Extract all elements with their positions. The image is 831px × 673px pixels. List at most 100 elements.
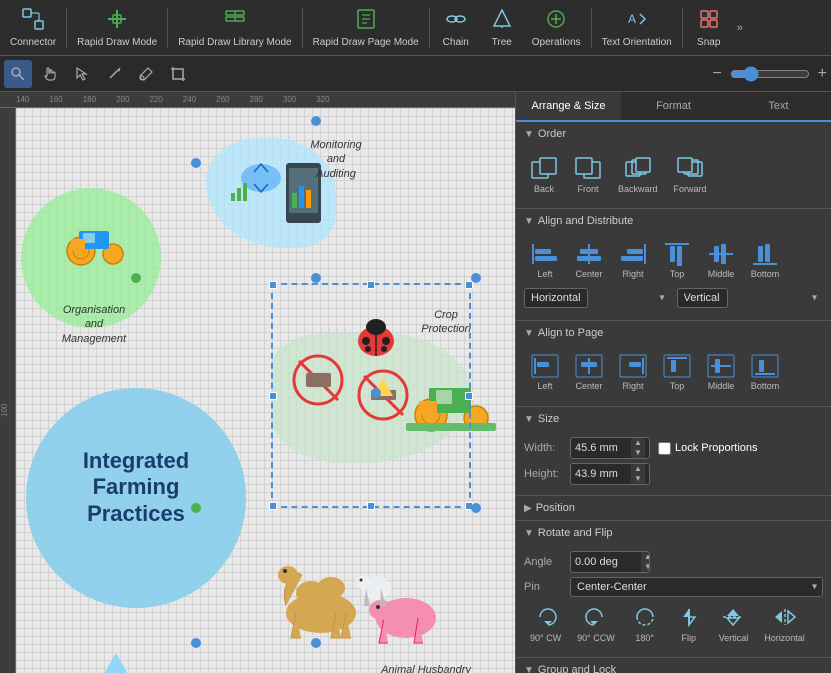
conn-point-1 bbox=[191, 158, 201, 168]
conn-point-5 bbox=[471, 503, 481, 513]
order-backward-btn[interactable]: Backward bbox=[612, 152, 664, 198]
tool-crop[interactable] bbox=[164, 60, 192, 88]
atp-left-label: Left bbox=[537, 381, 552, 391]
position-collapse: ▶ bbox=[524, 503, 532, 514]
size-header[interactable]: ▼ Size bbox=[516, 407, 831, 431]
align-header[interactable]: ▼ Align and Distribute bbox=[516, 209, 831, 233]
toolbar-chain[interactable]: Chain bbox=[434, 4, 478, 52]
group-lock-header[interactable]: ▼ Group and Lock bbox=[516, 658, 831, 673]
toolbar-connector[interactable]: Connector bbox=[4, 4, 62, 52]
zoom-plus-button[interactable]: + bbox=[818, 65, 827, 83]
height-spin-up[interactable]: ▲ bbox=[631, 464, 645, 474]
atp-middle-icon bbox=[707, 354, 735, 380]
zoom-minus-button[interactable]: − bbox=[712, 65, 721, 83]
angle-spin-down[interactable]: ▼ bbox=[641, 562, 650, 572]
rotate-180-btn[interactable]: 180° bbox=[625, 601, 665, 647]
align-content: Left Center Right bbox=[516, 233, 831, 320]
toolbar-text-orientation[interactable]: A Text Orientation bbox=[596, 4, 678, 52]
tool-hand[interactable] bbox=[36, 60, 64, 88]
conn-point-4 bbox=[471, 273, 481, 283]
horizontal-select[interactable]: Horizontal bbox=[524, 288, 588, 308]
tab-arrange-size[interactable]: Arrange & Size bbox=[516, 92, 621, 122]
toolbar-operations[interactable]: Operations bbox=[526, 4, 587, 52]
ruler-top: 140 160 180 200 220 240 260 280 300 320 bbox=[0, 92, 515, 108]
flip-vertical-btn[interactable]: Vertical bbox=[713, 601, 755, 647]
horizontal-select-wrap: Horizontal bbox=[524, 288, 671, 308]
rotate-header[interactable]: ▼ Rotate and Flip bbox=[516, 521, 831, 545]
width-label: Width: bbox=[524, 442, 564, 454]
height-spin-down[interactable]: ▼ bbox=[631, 474, 645, 484]
order-forward-btn[interactable]: Forward bbox=[668, 152, 713, 198]
rotate-ccw90-icon bbox=[582, 605, 610, 631]
flip-btn[interactable]: Flip bbox=[669, 601, 709, 647]
chain-icon bbox=[445, 8, 467, 35]
lock-label: Lock Proportions bbox=[675, 442, 758, 454]
rotate-ccw90-label: 90° CCW bbox=[577, 633, 615, 643]
position-header[interactable]: ▶ Position bbox=[516, 496, 831, 520]
order-front-btn[interactable]: Front bbox=[568, 152, 608, 198]
sub-toolbar: − + bbox=[0, 56, 831, 92]
align-center-btn[interactable]: Center bbox=[568, 239, 610, 282]
order-back-btn[interactable]: Back bbox=[524, 152, 564, 198]
toolbar-tree[interactable]: Tree bbox=[480, 4, 524, 52]
atp-bottom-btn[interactable]: Bottom bbox=[744, 351, 786, 394]
flip-vertical-label: Vertical bbox=[719, 633, 749, 643]
align-page-header[interactable]: ▼ Align to Page bbox=[516, 321, 831, 345]
tab-format[interactable]: Format bbox=[621, 92, 726, 122]
angle-spin-up[interactable]: ▲ bbox=[641, 552, 650, 562]
atp-middle-btn[interactable]: Middle bbox=[700, 351, 742, 394]
section-align: ▼ Align and Distribute Left Ce bbox=[516, 209, 831, 321]
more-button[interactable]: » bbox=[733, 18, 747, 38]
align-left-btn[interactable]: Left bbox=[524, 239, 566, 282]
rotate-ccw90-btn[interactable]: 90° CCW bbox=[571, 601, 621, 647]
atp-center-btn[interactable]: Center bbox=[568, 351, 610, 394]
align-middle-btn[interactable]: Middle bbox=[700, 239, 742, 282]
lock-proportions-checkbox[interactable] bbox=[658, 442, 671, 455]
livestock bbox=[356, 558, 446, 661]
rotate-cw90-btn[interactable]: 90° CW bbox=[524, 601, 567, 647]
tool-pen[interactable] bbox=[100, 60, 128, 88]
width-input[interactable] bbox=[571, 439, 631, 457]
tool-pointer[interactable] bbox=[68, 60, 96, 88]
toolbar-divider-3 bbox=[302, 8, 303, 48]
pin-select[interactable]: Center-Center bbox=[570, 577, 823, 597]
section-order: ▼ Order Back Front bbox=[516, 122, 831, 209]
tool-search[interactable] bbox=[4, 60, 32, 88]
rapid-draw-page-label: Rapid Draw Page Mode bbox=[313, 37, 419, 48]
toolbar-rapid-draw[interactable]: Rapid Draw Mode bbox=[71, 4, 163, 52]
angle-input[interactable] bbox=[571, 553, 641, 571]
rotate-content: Angle ▲ ▼ Pin Center-Center bbox=[516, 545, 831, 657]
atp-right-btn[interactable]: Right bbox=[612, 351, 654, 394]
vertical-select[interactable]: Vertical bbox=[677, 288, 728, 308]
align-top-btn[interactable]: Top bbox=[656, 239, 698, 282]
conn-point-8 bbox=[191, 503, 201, 513]
height-input[interactable] bbox=[571, 465, 631, 483]
tab-text[interactable]: Text bbox=[726, 92, 831, 122]
toolbar-rapid-draw-lib[interactable]: Rapid Draw Library Mode bbox=[172, 4, 297, 52]
tool-brush[interactable] bbox=[132, 60, 160, 88]
operations-icon bbox=[545, 8, 567, 35]
align-right-btn[interactable]: Right bbox=[612, 239, 654, 282]
animal-label: Animal Husbandry bbox=[366, 663, 486, 673]
flip-vertical-icon bbox=[719, 605, 747, 631]
angle-row: Angle ▲ ▼ bbox=[524, 551, 823, 573]
align-bottom-btn[interactable]: Bottom bbox=[744, 239, 786, 282]
pin-row: Pin Center-Center bbox=[524, 577, 823, 597]
monitoring-label: MonitoringandAuditing bbox=[286, 138, 386, 181]
crop-label: CropProtection bbox=[396, 308, 496, 337]
atp-left-btn[interactable]: Left bbox=[524, 351, 566, 394]
order-forward-label: Forward bbox=[674, 184, 707, 194]
zoom-slider[interactable] bbox=[730, 66, 810, 82]
toolbar-snap[interactable]: Snap bbox=[687, 4, 731, 52]
canvas-content[interactable]: IntegratedFarmingPractices bbox=[16, 108, 515, 673]
snap-label: Snap bbox=[697, 37, 720, 48]
atp-top-btn[interactable]: Top bbox=[656, 351, 698, 394]
order-header[interactable]: ▼ Order bbox=[516, 122, 831, 146]
flip-horizontal-btn[interactable]: Horizontal bbox=[758, 601, 811, 647]
width-spin-down[interactable]: ▼ bbox=[631, 448, 645, 458]
size-collapse: ▼ bbox=[524, 414, 534, 425]
toolbar-rapid-draw-page[interactable]: Rapid Draw Page Mode bbox=[307, 4, 425, 52]
align-title: Align and Distribute bbox=[538, 215, 633, 227]
angle-label: Angle bbox=[524, 556, 564, 568]
width-spin-up[interactable]: ▲ bbox=[631, 438, 645, 448]
